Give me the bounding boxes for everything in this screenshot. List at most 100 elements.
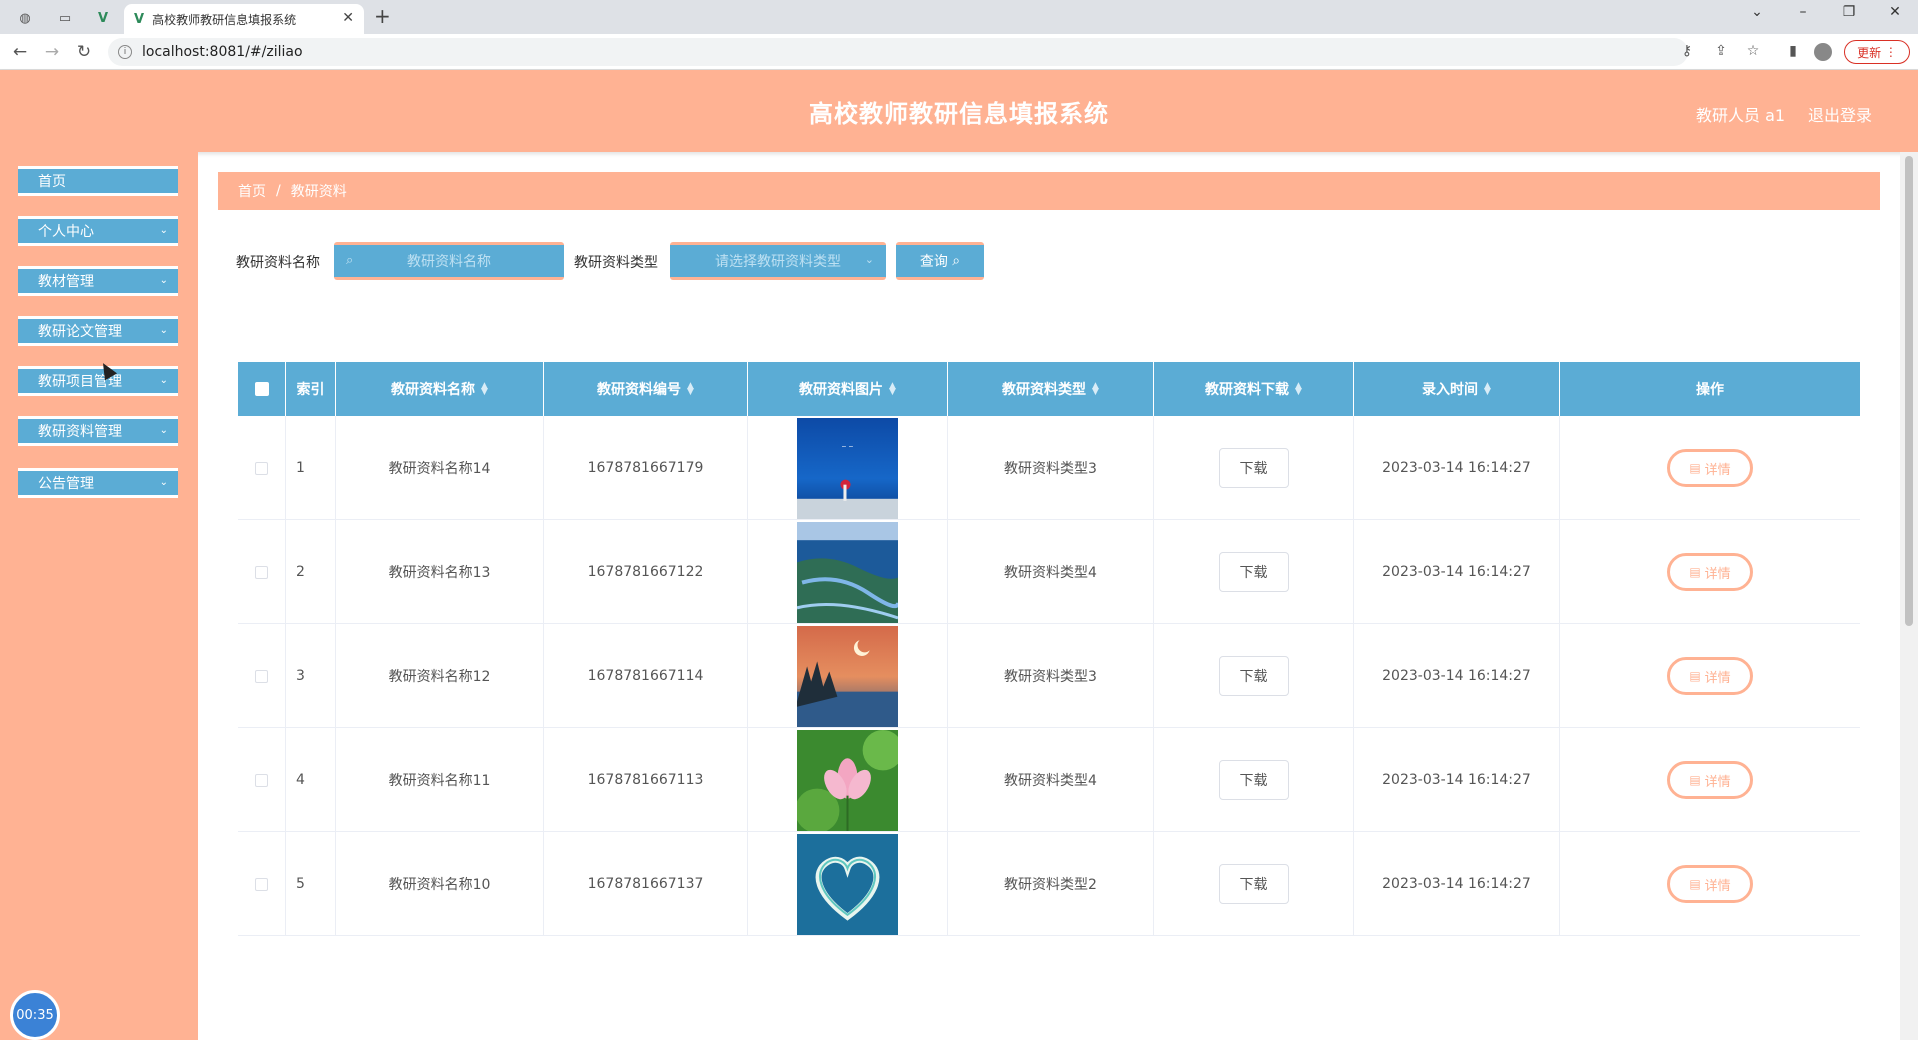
col-download[interactable]: 教研资料下载 ▲ ▼	[1154, 362, 1354, 416]
download-button[interactable]: 下载	[1218, 864, 1289, 904]
new-tab-button[interactable]: +	[374, 4, 391, 28]
row-checkbox[interactable]	[255, 461, 268, 475]
select-all-checkbox[interactable]	[254, 382, 269, 396]
detail-button[interactable]: ▤ 详情	[1667, 865, 1753, 903]
cell-time: 2023-03-14 16:14:27	[1354, 520, 1560, 624]
table-row[interactable]: 1 教研资料名称14 1678781667179 ~ ~ 教研资料类型3 下载 2023-0…	[238, 416, 1860, 520]
query-button[interactable]: 查询 ⌕	[896, 242, 984, 280]
download-button-label: 下载	[1239, 669, 1268, 685]
col-name[interactable]: 教研资料名称 ▲ ▼	[336, 362, 544, 416]
back-icon[interactable]: ←	[8, 42, 32, 62]
logout-link[interactable]: 退出登录	[1808, 102, 1872, 126]
sort-icon[interactable]: ▲ ▼	[481, 382, 488, 397]
cell-type-text: 教研资料类型2	[1004, 877, 1097, 893]
share-icon[interactable]: ⇪	[1710, 43, 1732, 59]
sidebar-item-papers[interactable]: 教研论文管理 ⌄	[18, 316, 178, 346]
cell-download: 下载	[1154, 728, 1354, 832]
sidebar-item-textbooks[interactable]: 教材管理 ⌄	[18, 266, 178, 296]
col-time[interactable]: 录入时间 ▲ ▼	[1354, 362, 1560, 416]
sort-icon[interactable]: ▲ ▼	[1092, 382, 1099, 397]
key-icon[interactable]: ⚷	[1676, 43, 1698, 59]
globe-icon[interactable]: ◍	[10, 6, 40, 30]
cell-name-text: 教研资料名称13	[388, 565, 491, 581]
sidebar-item-projects[interactable]: 教研项目管理 ⌄	[18, 366, 178, 396]
download-button[interactable]: 下载	[1218, 656, 1289, 696]
cell-time-text: 2023-03-14 16:14:27	[1382, 564, 1531, 580]
cell-type: 教研资料类型2	[948, 832, 1154, 936]
search-icon: ⌕	[952, 253, 961, 269]
name-search-input[interactable]: ⌕ 教研资料名称	[334, 242, 564, 280]
browser-tabbar: ◍ ▭ V V 高校教师教研信息填报系统 ✕ + ⌄ – ❐ ✕	[0, 0, 1918, 34]
close-window-icon[interactable]: ✕	[1880, 4, 1910, 20]
forward-icon[interactable]: →	[40, 42, 64, 62]
cell-index: 2	[286, 520, 336, 624]
chevron-down-icon: ⌄	[159, 225, 168, 236]
download-button[interactable]: 下载	[1218, 448, 1289, 488]
table-row[interactable]: 2 教研资料名称13 1678781667122 教研资料类型4 下载 2023-03-1…	[238, 520, 1860, 624]
row-checkbox[interactable]	[255, 565, 268, 579]
cell-image	[748, 728, 948, 832]
sort-icon[interactable]: ▲ ▼	[1484, 382, 1491, 397]
sort-icon[interactable]: ▲ ▼	[889, 382, 896, 397]
col-code[interactable]: 教研资料编号 ▲ ▼	[544, 362, 748, 416]
sidebar-item-materials[interactable]: 教研资料管理 ⌄	[18, 416, 178, 446]
table-row[interactable]: 4 教研资料名称11 1678781667113 教研资料类型4 下载 2023-03-1…	[238, 728, 1860, 832]
detail-button-label: 详情	[1704, 566, 1731, 582]
row-checkbox[interactable]	[255, 669, 268, 683]
table-row[interactable]: 5 教研资料名称10 1678781667137 教研资料类型2 下载 2023-03-1…	[238, 832, 1860, 936]
url-field[interactable]: i localhost:8081/#/ziliao	[108, 38, 1688, 66]
blank-tab-icon[interactable]: ▭	[50, 6, 80, 30]
col-actions: 操作	[1560, 362, 1860, 416]
cell-index: 1	[286, 416, 336, 520]
detail-button[interactable]: ▤ 详情	[1667, 657, 1753, 695]
material-thumbnail[interactable]	[797, 625, 898, 727]
row-checkbox[interactable]	[255, 877, 268, 891]
sort-icon[interactable]: ▲ ▼	[687, 382, 694, 397]
material-thumbnail[interactable]	[797, 729, 898, 831]
material-thumbnail[interactable]	[797, 833, 898, 935]
minimize-icon[interactable]: –	[1788, 4, 1818, 20]
breadcrumb-home[interactable]: 首页	[238, 181, 266, 201]
browser-update-button[interactable]: 更新 ⋮	[1844, 40, 1910, 64]
cell-time: 2023-03-14 16:14:27	[1354, 624, 1560, 728]
vue-tab-icon[interactable]: V	[88, 6, 118, 30]
restore-icon[interactable]: ❐	[1834, 4, 1864, 20]
col-type[interactable]: 教研资料类型 ▲ ▼	[948, 362, 1154, 416]
browser-tab-active[interactable]: V 高校教师教研信息填报系统 ✕	[124, 4, 364, 34]
col-index-label: 索引	[296, 382, 325, 398]
site-info-icon[interactable]: i	[118, 45, 132, 59]
material-thumbnail[interactable]	[797, 521, 898, 623]
close-tab-icon[interactable]: ✕	[342, 10, 354, 26]
scrollbar-thumb[interactable]	[1905, 156, 1913, 626]
select-all-checkbox-cell[interactable]	[238, 362, 286, 416]
cell-download: 下载	[1154, 416, 1354, 520]
sort-icon[interactable]: ▲ ▼	[1295, 382, 1302, 397]
detail-button[interactable]: ▤ 详情	[1667, 761, 1753, 799]
profile-avatar-icon[interactable]	[1814, 43, 1832, 61]
page-scrollbar[interactable]	[1900, 152, 1918, 1040]
sidepanel-icon[interactable]: ▮	[1782, 43, 1804, 59]
row-checkbox[interactable]	[255, 773, 268, 787]
detail-button[interactable]: ▤ 详情	[1667, 449, 1753, 487]
timer-badge[interactable]: 00:35	[10, 990, 60, 1040]
sidebar-item-home[interactable]: 首页	[18, 166, 178, 196]
reload-icon[interactable]: ↻	[72, 42, 96, 62]
download-button[interactable]: 下载	[1218, 760, 1289, 800]
tab-search-chevron-icon[interactable]: ⌄	[1742, 4, 1772, 20]
browser-tab-title: 高校教师教研信息填报系统	[152, 12, 297, 27]
type-select[interactable]: 请选择教研资料类型 ⌄	[670, 242, 886, 280]
sidebar-item-notices[interactable]: 公告管理 ⌄	[18, 468, 178, 498]
cell-actions: ▤ 详情	[1560, 832, 1860, 936]
col-image[interactable]: 教研资料图片 ▲ ▼	[748, 362, 948, 416]
download-button[interactable]: 下载	[1218, 552, 1289, 592]
bookmark-star-icon[interactable]: ☆	[1742, 43, 1764, 59]
detail-button[interactable]: ▤ 详情	[1667, 553, 1753, 591]
cell-name: 教研资料名称11	[336, 728, 544, 832]
cell-image	[748, 624, 948, 728]
sidebar-item-personal[interactable]: 个人中心 ⌄	[18, 216, 178, 246]
document-icon: ▤	[1689, 877, 1701, 891]
table-row[interactable]: 3 教研资料名称12 1678781667114 教研资料类型3 下载 2023-03-1…	[238, 624, 1860, 728]
material-thumbnail[interactable]: ~ ~	[797, 417, 898, 519]
browser-addressbar: ← → ↻ i localhost:8081/#/ziliao ⚷ ⇪ ☆ ▮ …	[0, 34, 1918, 70]
app-header: 高校教师教研信息填报系统 教研人员 a1 退出登录	[0, 70, 1918, 152]
